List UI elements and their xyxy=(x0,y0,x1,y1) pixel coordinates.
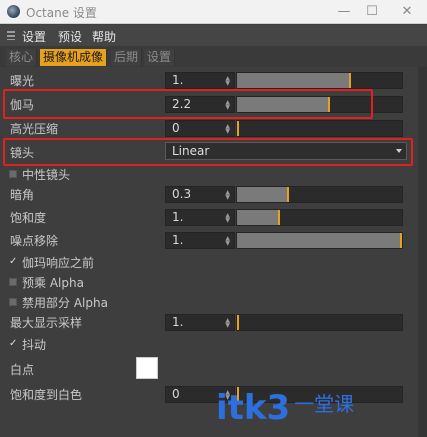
menu-help[interactable]: 帮助 xyxy=(92,28,116,45)
highlight-compression-slider-handle[interactable] xyxy=(237,121,239,136)
denoise-input[interactable]: 1. ▲ ▼ xyxy=(165,232,235,249)
denoise-value: 1. xyxy=(172,233,184,247)
vignetting-input[interactable]: 0.3 ▲ ▼ xyxy=(165,186,235,203)
vignetting-slider-handle[interactable] xyxy=(287,187,289,202)
saturation-to-white-value: 0 xyxy=(172,387,180,401)
neutral-lens-label: 中性镜头 xyxy=(22,168,71,182)
stepper-icon[interactable]: ▲ ▼ xyxy=(225,190,230,201)
dithering-label: 抖动 xyxy=(22,338,47,352)
max-display-samples-slider[interactable] xyxy=(236,314,403,331)
grip-icon xyxy=(7,31,15,40)
saturation-slider[interactable] xyxy=(236,209,403,226)
minimize-icon[interactable]: — xyxy=(334,3,354,21)
watermark-sub: 一堂课 xyxy=(294,392,355,416)
gamma-response-label: 伽玛响应之前 xyxy=(22,256,95,270)
exposure-slider-handle[interactable] xyxy=(349,73,351,88)
stepper-icon[interactable]: ▲ ▼ xyxy=(225,76,230,87)
watermark-main: itk3 xyxy=(216,388,291,428)
exposure-value: 1. xyxy=(172,73,184,87)
premultiplied-alpha-checkbox[interactable] xyxy=(9,278,17,286)
scrollbar[interactable] xyxy=(418,67,427,437)
stepper-icon[interactable]: ▲ ▼ xyxy=(225,318,230,329)
denoise-label: 噪点移除 xyxy=(10,234,59,248)
vignetting-slider-fill xyxy=(237,187,287,202)
tab-bar: 核心 摄像机成像 后期 设置 xyxy=(0,46,427,67)
menu-settings[interactable]: 设置 xyxy=(22,28,46,45)
exposure-slider-fill xyxy=(237,73,349,88)
white-point-color-swatch[interactable] xyxy=(136,357,158,379)
vignetting-label: 暗角 xyxy=(10,188,35,202)
maximize-icon[interactable]: ☐ xyxy=(362,3,382,21)
max-display-samples-slider-handle[interactable] xyxy=(237,315,239,330)
stepper-icon[interactable]: ▲ ▼ xyxy=(225,124,230,135)
octane-app-icon xyxy=(7,5,20,18)
highlight-compression-slider[interactable] xyxy=(236,120,403,137)
saturation-slider-fill xyxy=(237,210,278,225)
tab-camera-imager[interactable]: 摄像机成像 xyxy=(40,49,108,66)
menu-bar: 设置 预设 帮助 xyxy=(0,25,427,46)
gamma-highlight-box xyxy=(3,89,373,119)
saturation-label: 饱和度 xyxy=(10,211,47,225)
tab-core[interactable]: 核心 xyxy=(6,49,38,66)
premultiplied-alpha-label: 预乘 Alpha xyxy=(22,276,84,290)
stepper-icon[interactable]: ▲ ▼ xyxy=(225,213,230,224)
exposure-slider[interactable] xyxy=(236,72,403,89)
white-point-label: 白点 xyxy=(10,363,35,377)
saturation-input[interactable]: 1. ▲ ▼ xyxy=(165,209,235,226)
max-display-samples-label: 最大显示采样 xyxy=(10,316,83,330)
denoise-slider-handle[interactable] xyxy=(400,233,402,248)
tab-settings[interactable]: 设置 xyxy=(144,49,176,66)
lens-highlight-box xyxy=(3,138,413,166)
saturation-value: 1. xyxy=(172,210,184,224)
highlight-compression-value: 0 xyxy=(172,121,180,135)
saturation-to-white-label: 饱和度到白色 xyxy=(10,388,83,402)
highlight-compression-label: 高光压缩 xyxy=(10,122,59,136)
saturation-slider-handle[interactable] xyxy=(278,210,280,225)
denoise-slider-fill xyxy=(237,233,402,248)
exposure-input[interactable]: 1. ▲ ▼ xyxy=(165,72,235,89)
stepper-icon[interactable]: ▲ ▼ xyxy=(225,236,230,247)
menu-presets[interactable]: 预设 xyxy=(58,28,82,45)
watermark-logo: itk3 一堂课 xyxy=(216,388,354,428)
title-bar: Octane 设置 — ☐ ✕ xyxy=(0,0,427,24)
neutral-lens-checkbox[interactable] xyxy=(9,170,17,178)
highlight-compression-input[interactable]: 0 ▲ ▼ xyxy=(165,120,235,137)
tab-post[interactable]: 后期 xyxy=(111,49,143,66)
exposure-label: 曝光 xyxy=(10,74,35,88)
disable-partial-alpha-label: 禁用部分 Alpha xyxy=(22,296,108,310)
disable-partial-alpha-checkbox[interactable] xyxy=(9,298,17,306)
vignetting-slider[interactable] xyxy=(236,186,403,203)
denoise-slider[interactable] xyxy=(236,232,403,249)
vignetting-value: 0.3 xyxy=(172,187,192,201)
close-icon[interactable]: ✕ xyxy=(397,3,417,21)
window-title: Octane 设置 xyxy=(26,6,97,20)
max-display-samples-input[interactable]: 1. ▲ ▼ xyxy=(165,314,235,331)
max-display-samples-value: 1. xyxy=(172,315,184,329)
dithering-checkbox[interactable]: ✓ xyxy=(9,339,17,349)
octane-settings-window: Octane 设置 — ☐ ✕ 设置 预设 帮助 核心 摄像机成像 后期 设置 … xyxy=(0,0,427,437)
gamma-response-checkbox[interactable]: ✓ xyxy=(9,257,17,267)
